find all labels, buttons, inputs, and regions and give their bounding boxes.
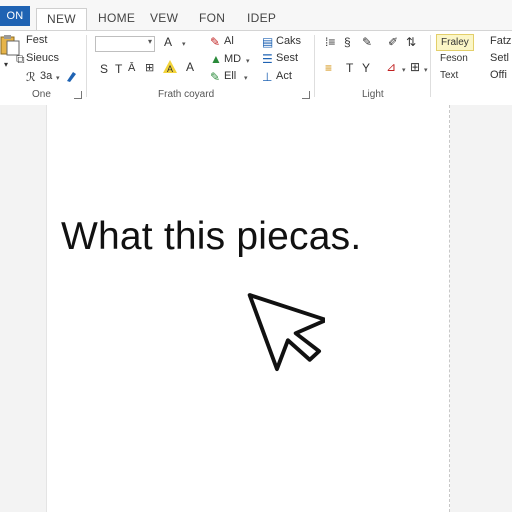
format-painter-icon[interactable]: ℛ xyxy=(26,71,36,83)
paragraph-t-icon[interactable]: T xyxy=(346,62,353,74)
copy-icon[interactable]: ⧉ xyxy=(16,53,25,65)
tab-home[interactable]: HOME xyxy=(98,8,135,30)
style-item-1-label: Fraley xyxy=(441,37,469,48)
highlight-icon[interactable]: A xyxy=(162,59,178,75)
tab-file[interactable]: ON xyxy=(0,6,30,26)
paragraph-group-label: Light xyxy=(362,89,384,100)
borders-dropdown-icon[interactable]: ▾ xyxy=(424,65,428,77)
shading-dropdown-icon[interactable]: ▾ xyxy=(402,65,406,77)
font-color-icon[interactable]: A xyxy=(186,61,194,73)
clipboard-fest[interactable]: Fest xyxy=(26,34,47,46)
borders-icon[interactable]: ⊞ xyxy=(410,61,420,73)
style-item-5[interactable]: Setl xyxy=(490,52,509,64)
svg-text:A: A xyxy=(167,64,173,74)
editing-caks[interactable]: Caks xyxy=(276,35,301,47)
font-group-label: Frath coyard xyxy=(158,89,215,100)
tab-fon[interactable]: FON xyxy=(199,8,225,30)
group-divider xyxy=(430,35,431,97)
editing-act[interactable]: Act xyxy=(276,70,292,82)
style-item-3[interactable]: Text xyxy=(436,68,462,83)
group-divider xyxy=(314,35,315,97)
sort-icon[interactable]: ⇅ xyxy=(406,36,416,48)
document-area: What this piecas. xyxy=(0,105,512,512)
style-item-2[interactable]: Feson xyxy=(436,51,472,66)
ell-dropdown-icon[interactable]: ▾ xyxy=(244,73,248,85)
paste-dropdown-icon[interactable]: ▾ xyxy=(4,59,8,71)
editing-sest[interactable]: Sest xyxy=(276,52,298,64)
editing-ell[interactable]: Ell xyxy=(224,70,236,82)
tab-idep[interactable]: IDEP xyxy=(247,8,276,30)
style-item-4[interactable]: Fatz xyxy=(490,35,511,47)
pen-icon[interactable]: ✎ xyxy=(362,36,372,48)
size-dropdown-icon[interactable]: ▾ xyxy=(56,73,60,85)
act-icon[interactable]: ⊥ xyxy=(262,71,272,83)
clipboard-group-label: One xyxy=(32,89,51,100)
style-item-2-label: Feson xyxy=(440,53,468,64)
ribbon: ▾ Fest ⧉ Sieucs ℛ 3a ▾ One ▾ A ▾ S T Ā ⊞… xyxy=(0,30,512,106)
clipboard-sieucs[interactable]: Sieucs xyxy=(26,52,59,64)
font-dropdown-icon[interactable]: ▾ xyxy=(148,37,152,46)
clipboard-launcher-icon[interactable] xyxy=(74,91,82,99)
document-body-text[interactable]: What this piecas. xyxy=(61,215,361,259)
align-left-icon[interactable]: ≡ xyxy=(325,62,332,74)
editing-al[interactable]: Al xyxy=(224,35,234,47)
font-launcher-icon[interactable] xyxy=(302,91,310,99)
brush-icon[interactable] xyxy=(64,69,78,83)
style-item-1[interactable]: Fraley xyxy=(436,34,474,51)
editing-md[interactable]: MD xyxy=(224,53,241,65)
numbering-icon[interactable]: ⁞≡ xyxy=(325,36,335,48)
grow-font-icon[interactable]: A xyxy=(164,36,172,48)
font-name-box[interactable]: ▾ xyxy=(95,36,155,52)
tab-new[interactable]: NEW xyxy=(36,8,87,31)
tab-view[interactable]: VEW xyxy=(150,8,178,30)
eraser-icon[interactable]: ✐ xyxy=(388,36,398,48)
text-effects-icon[interactable]: Ā xyxy=(128,62,135,74)
strike-icon[interactable]: S xyxy=(100,63,108,75)
md-dropdown-icon[interactable]: ▾ xyxy=(246,56,250,68)
font-size-dropdown-icon[interactable]: ▾ xyxy=(182,39,186,51)
mouse-pointer-icon xyxy=(247,293,325,372)
clear-format-icon[interactable]: ⊞ xyxy=(145,62,154,74)
group-divider xyxy=(86,35,87,97)
text-icon[interactable]: T xyxy=(115,63,122,75)
style-item-6[interactable]: Offi xyxy=(490,69,507,81)
ell-icon[interactable]: ✎ xyxy=(210,71,220,83)
sest-icon[interactable]: ☰ xyxy=(262,53,273,65)
md-icon[interactable]: ▲ xyxy=(210,53,222,65)
shading-icon[interactable]: ⊿ xyxy=(386,61,396,73)
clipboard-size[interactable]: 3a xyxy=(40,70,52,82)
multilevel-icon[interactable]: § xyxy=(344,36,351,48)
style-item-3-label: Text xyxy=(440,70,459,81)
align-icon[interactable]: ✎ xyxy=(210,36,220,48)
caks-icon[interactable]: ▤ xyxy=(262,36,273,48)
paragraph-y-icon[interactable]: Y xyxy=(362,62,370,74)
ribbon-tab-bar: ON NEW HOME VEW FON IDEP xyxy=(0,0,512,31)
